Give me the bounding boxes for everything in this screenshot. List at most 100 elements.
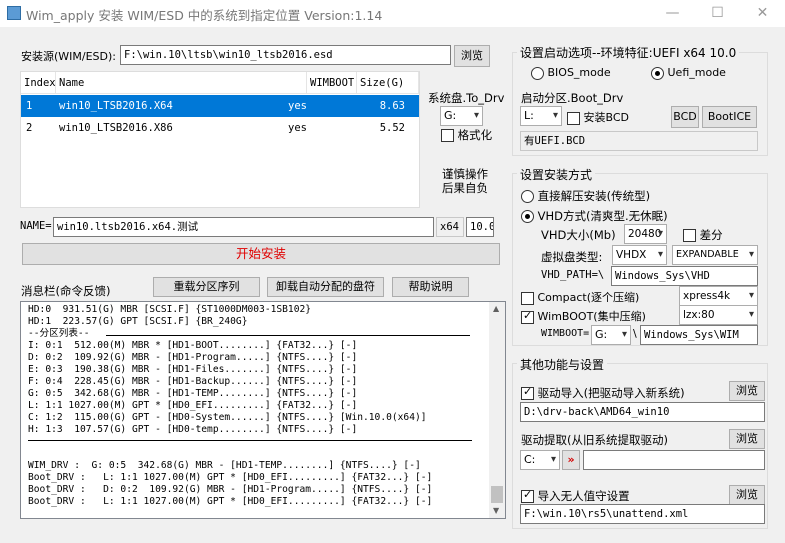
scroll-down-icon[interactable]: ▼ (493, 506, 499, 515)
uefi-mode-radio[interactable] (651, 66, 664, 80)
driver-import-path-input[interactable]: D:\drv-back\AMD64_win10 (520, 402, 765, 422)
driver-extract-path-input[interactable] (583, 450, 765, 470)
table-row[interactable]: 2 win10_LTSB2016.X86 yes 5.52 (21, 117, 419, 139)
console-line: WIM_DRV : G: 0:5 342.68(G) MBR - [HD1-TE… (28, 460, 421, 471)
console-line: H: 1:3 107.57(G) GPT - [HD0-temp........… (28, 424, 358, 435)
diff-checkbox[interactable] (683, 229, 696, 242)
wimboot-algo-select[interactable]: lzx:80 ▾ (679, 305, 758, 325)
boot-status-field: 有UEFI.BCD (520, 131, 758, 151)
install-bcd-option[interactable]: 安装BCD (567, 109, 629, 125)
vhd-install-radio[interactable] (521, 210, 534, 223)
unmount-auto-letters-button[interactable]: 卸载自动分配的盘符 (267, 277, 384, 297)
scrollbar-thumb[interactable] (491, 486, 503, 503)
other-group-title: 其他功能与设置 (517, 356, 608, 373)
diff-option[interactable]: 差分 (683, 227, 723, 243)
uefi-mode-option[interactable]: Uefi_mode (651, 66, 726, 80)
console-line: HD:1 223.57(G) GPT [SCSI.F] {BR_240G} (28, 316, 248, 327)
chevron-down-icon: ▾ (657, 228, 663, 239)
target-drive-select[interactable]: G: ▾ (440, 106, 483, 126)
chevron-down-icon: ▾ (550, 454, 556, 465)
boot-drive-value: L: (524, 109, 534, 122)
app-icon (7, 6, 21, 20)
column-header-index[interactable]: Index (21, 72, 56, 94)
wimboot-path-input[interactable]: Windows_Sys\WIM (640, 325, 758, 345)
warning-line-2: 后果自负 (442, 181, 488, 195)
console-line: --分区列表-- (28, 328, 90, 339)
console-line: Boot_DRV : L: 1:1 1027.00(M) GPT * [HD0_… (28, 496, 433, 507)
bios-mode-option[interactable]: BIOS_mode (531, 66, 611, 80)
column-header-name[interactable]: Name (56, 72, 307, 94)
compact-algo-select[interactable]: xpress4k ▾ (679, 286, 758, 306)
vhd-size-select[interactable]: 20480 ▾ (624, 224, 667, 244)
table-row[interactable]: 1 win10_LTSB2016.X64 yes 8.63 (21, 95, 419, 117)
console-line: G: 0:5 342.68(G) MBR - [HD1-TEMP........… (28, 388, 358, 399)
source-browse-button[interactable]: 浏览 (454, 45, 490, 67)
row-size: 8.63 (379, 100, 405, 112)
console-line: Boot_DRV : D: 0:2 109.92(G) MBR - [HD1-P… (28, 484, 433, 495)
wimboot-sep: \ (633, 327, 637, 340)
window-title: Wim_apply 安装 WIM/ESD 中的系统到指定位置 Version:1… (26, 8, 383, 23)
console-horizontal-scrollbar[interactable] (21, 518, 489, 519)
version-field[interactable]: 10.0 (466, 217, 494, 237)
diff-label: 差分 (699, 228, 723, 242)
direct-install-radio[interactable] (521, 190, 534, 203)
wimboot-drive-select[interactable]: G: ▾ (591, 325, 631, 345)
chevron-down-icon: ▾ (621, 329, 627, 340)
row-size: 5.52 (379, 122, 405, 134)
driver-import-checkbox[interactable] (521, 385, 534, 400)
direct-install-label: 直接解压安装(传统型) (537, 189, 651, 203)
format-checkbox[interactable] (441, 129, 454, 142)
install-bcd-label: 安装BCD (583, 111, 630, 124)
driver-extract-label: 驱动提取(从旧系统提取驱动) (521, 433, 668, 447)
arch-field: x64 (436, 217, 464, 237)
image-list-table[interactable]: Index Name WIMBOOT Size(G) 1 win10_LTSB2… (20, 71, 420, 208)
help-button[interactable]: 帮助说明 (392, 277, 469, 297)
wimboot-checkbox[interactable] (521, 309, 534, 324)
console-output[interactable]: HD:0 931.51(G) MBR [SCSI.F] {ST1000DM003… (20, 301, 506, 519)
close-button[interactable]: ✕ (740, 0, 785, 27)
vdisk-type-select[interactable]: VHDX ▾ (612, 245, 667, 265)
driver-extract-browse-button[interactable]: 浏览 (729, 429, 765, 449)
source-path-input[interactable]: F:\win.10\ltsb\win10_ltsb2016.esd (120, 45, 451, 65)
column-header-size[interactable]: Size(G) (357, 72, 419, 94)
scroll-up-icon[interactable]: ▲ (493, 304, 499, 313)
column-header-wimboot[interactable]: WIMBOOT (307, 72, 357, 94)
bcd-button[interactable]: BCD (671, 106, 699, 128)
expand-type-value: EXPANDABLE (676, 249, 739, 260)
rescan-partitions-button[interactable]: 重载分区序列 (153, 277, 260, 297)
start-install-button[interactable]: 开始安装 (22, 243, 500, 265)
compact-checkbox[interactable] (521, 291, 534, 305)
target-drive-label: 系统盘.To_Drv (428, 91, 505, 105)
chevron-down-icon: ▾ (657, 249, 663, 260)
direct-install-option[interactable]: 直接解压安装(传统型) (521, 188, 650, 204)
maximize-button[interactable]: ☐ (695, 0, 740, 27)
divider (28, 440, 472, 441)
expand-type-select[interactable]: EXPANDABLE ▾ (672, 245, 758, 265)
vhd-install-option[interactable]: VHD方式(清爽型.无休眠) (521, 208, 668, 224)
driver-import-browse-button[interactable]: 浏览 (729, 381, 765, 401)
console-line: E: 0:3 190.38(G) MBR - [HD1-Files.......… (28, 364, 358, 375)
console-line: D: 0:2 109.92(G) MBR - [HD1-Program.....… (28, 352, 358, 363)
console-vertical-scrollbar[interactable]: ▲ ▼ (489, 302, 505, 518)
bootice-button[interactable]: BootICE (702, 106, 757, 128)
install-bcd-checkbox[interactable] (567, 111, 580, 125)
unattend-option[interactable]: 导入无人值守设置 (521, 488, 630, 504)
compact-option[interactable]: Compact(逐个压缩) (521, 289, 639, 305)
vhd-path-input[interactable]: Windows_Sys\VHD (611, 266, 758, 286)
minimize-button[interactable]: — (650, 0, 695, 27)
boot-drive-select[interactable]: L: ▾ (520, 106, 562, 126)
driver-import-option[interactable]: 驱动导入(把驱动导入新系统) (521, 385, 685, 401)
unattend-browse-button[interactable]: 浏览 (729, 485, 765, 505)
format-checkbox-row[interactable]: 格式化 (441, 127, 492, 143)
vhd-size-label: VHD大小(Mb) (541, 228, 616, 242)
driver-extract-go-button[interactable]: » (562, 450, 580, 470)
unattend-path-input[interactable]: F:\win.10\rs5\unattend.xml (520, 504, 765, 524)
row-index: 2 (26, 122, 33, 134)
wimboot-option[interactable]: WimBOOT(集中压缩) (521, 308, 646, 324)
bios-mode-radio[interactable] (531, 66, 544, 80)
driver-extract-drive-select[interactable]: C: ▾ (520, 450, 560, 470)
row-wimboot: yes (288, 100, 307, 112)
install-group-title: 设置安装方式 (517, 166, 596, 183)
name-input[interactable]: win10.ltsb2016.x64.测试 (53, 217, 434, 237)
unattend-checkbox[interactable] (521, 488, 534, 503)
